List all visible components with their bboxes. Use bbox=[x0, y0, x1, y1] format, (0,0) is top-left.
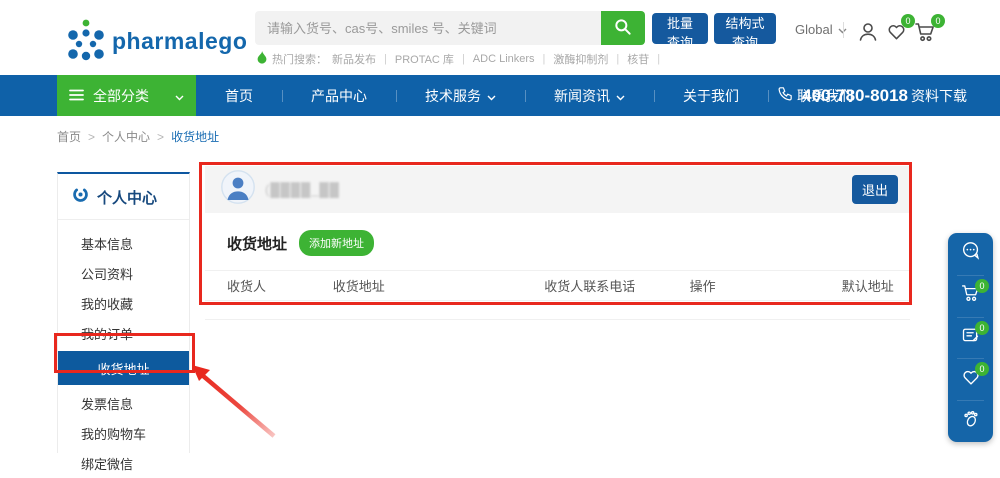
hot-search-label: 热门搜索： bbox=[272, 51, 327, 67]
hot-search-link[interactable]: 新品发布 bbox=[332, 51, 376, 67]
search-button[interactable] bbox=[601, 11, 645, 45]
toolbar-cart-badge: 0 bbox=[975, 279, 989, 293]
global-language-dropdown[interactable]: Global bbox=[795, 22, 847, 37]
sidebar-item-favorites[interactable]: 我的收藏 bbox=[58, 288, 189, 318]
hot-search-link[interactable]: 核苷 bbox=[627, 51, 649, 67]
nav-item-products[interactable]: 产品中心 bbox=[282, 75, 396, 116]
col-address: 收货地址 bbox=[333, 276, 545, 295]
address-table-header: 收货人 收货地址 收货人联系电话 操作 默认地址 bbox=[205, 270, 910, 301]
add-address-button[interactable]: 添加新地址 bbox=[299, 230, 374, 256]
section-title: 收货地址 bbox=[227, 233, 287, 254]
hot-search-separator: | bbox=[657, 53, 660, 65]
account-sidebar: 个人中心 基本信息 公司资料 我的收藏 我的订单 收货地址 发票信息 我的购物车… bbox=[57, 172, 190, 453]
hot-search-row: 热门搜索： 新品发布 | PROTAC 库 | ADC Linkers | 激酶… bbox=[257, 51, 663, 67]
sidebar-item-company-info[interactable]: 公司资料 bbox=[58, 258, 189, 288]
phone-icon bbox=[777, 85, 794, 107]
breadcrumb-user-center[interactable]: 个人中心 bbox=[102, 128, 150, 145]
search-bar bbox=[255, 11, 645, 45]
sidebar-item-shopping-cart[interactable]: 我的购物车 bbox=[58, 418, 189, 448]
col-default: 默认地址 bbox=[842, 276, 888, 295]
page: pharmalego 热门搜索： 新品发布 | PROTAC 库 | ADC L… bbox=[0, 0, 1000, 453]
structure-query-button[interactable]: 结构式查询 bbox=[714, 13, 776, 44]
breadcrumb: 首页 > 个人中心 > 收货地址 bbox=[57, 128, 219, 145]
hot-search-separator: | bbox=[543, 53, 546, 65]
hot-search-link[interactable]: PROTAC 库 bbox=[395, 51, 454, 67]
chevron-down-icon bbox=[175, 88, 184, 104]
sidebar-menu: 基本信息 公司资料 我的收藏 我的订单 收货地址 发票信息 我的购物车 绑定微信 bbox=[58, 220, 189, 478]
hot-search-link[interactable]: 激酶抑制剂 bbox=[553, 51, 608, 67]
toolbar-cart-button[interactable]: 0 bbox=[948, 275, 993, 317]
annotation-arrow bbox=[188, 362, 283, 447]
col-phone: 收货人联系电话 bbox=[544, 276, 689, 295]
toolbar-favorites-badge: 0 bbox=[975, 362, 989, 376]
logout-button[interactable]: 退出 bbox=[852, 175, 898, 204]
service-phone: 400-780-8018 bbox=[777, 75, 908, 116]
flame-icon bbox=[257, 51, 267, 67]
hot-search-separator: | bbox=[384, 53, 387, 65]
footprint-icon bbox=[960, 408, 981, 434]
hot-search-separator: | bbox=[462, 53, 465, 65]
inquiry-list-button[interactable]: 0 bbox=[948, 317, 993, 359]
nav-item-news[interactable]: 新闻资讯 bbox=[525, 75, 654, 116]
nav-label: 技术服务 bbox=[425, 86, 481, 106]
chat-icon bbox=[960, 240, 982, 267]
browsing-history-button[interactable] bbox=[948, 400, 993, 442]
nav-label: 首页 bbox=[225, 86, 253, 106]
nav-label: 资料下载 bbox=[911, 86, 967, 106]
cart-button[interactable]: 0 bbox=[913, 20, 938, 49]
breadcrumb-current: 收货地址 bbox=[171, 128, 219, 145]
hot-search-separator: | bbox=[616, 53, 619, 65]
user-row: (████_██ 退出 bbox=[205, 166, 910, 213]
sidebar-item-shipping-address[interactable]: 收货地址 bbox=[58, 351, 189, 385]
sidebar-item-basic-info[interactable]: 基本信息 bbox=[58, 228, 189, 258]
hamburger-icon bbox=[69, 88, 84, 104]
cart-icon bbox=[913, 31, 938, 48]
account-button[interactable] bbox=[856, 20, 880, 49]
nav-label: 产品中心 bbox=[311, 86, 367, 106]
heart-icon bbox=[885, 30, 908, 47]
col-consignee: 收货人 bbox=[227, 276, 333, 295]
floating-toolbar: 0 0 0 bbox=[948, 233, 993, 442]
toolbar-favorites-button[interactable]: 0 bbox=[948, 358, 993, 400]
nav-label: 关于我们 bbox=[683, 86, 739, 106]
sidebar-title: 个人中心 bbox=[97, 187, 157, 208]
col-actions: 操作 bbox=[690, 276, 842, 295]
main-navbar: 全部分类 首页 产品中心 技术服务 新闻资讯 关于我们 联系我们 资料下载 bbox=[0, 75, 1000, 116]
search-input[interactable] bbox=[255, 11, 601, 45]
nav-item-about[interactable]: 关于我们 bbox=[654, 75, 768, 116]
nav-label: 新闻资讯 bbox=[554, 86, 610, 106]
global-label: Global bbox=[795, 22, 833, 37]
batch-query-button[interactable]: 批量查询 bbox=[652, 13, 708, 44]
chevron-down-icon bbox=[487, 88, 496, 104]
nav-item-home[interactable]: 首页 bbox=[196, 75, 282, 116]
nav-item-tech-services[interactable]: 技术服务 bbox=[396, 75, 525, 116]
breadcrumb-separator: > bbox=[157, 130, 164, 144]
chevron-down-icon bbox=[616, 88, 625, 104]
sidebar-item-invoice-info[interactable]: 发票信息 bbox=[58, 388, 189, 418]
logo-molecule-icon bbox=[62, 16, 104, 67]
all-categories-label: 全部分类 bbox=[93, 86, 149, 106]
favorites-button[interactable]: 0 bbox=[885, 20, 908, 48]
phone-number: 400-780-8018 bbox=[802, 86, 908, 106]
all-categories-menu[interactable]: 全部分类 bbox=[57, 75, 196, 116]
breadcrumb-separator: > bbox=[88, 130, 95, 144]
user-icon bbox=[856, 31, 880, 48]
section-header: 收货地址 添加新地址 bbox=[205, 213, 910, 270]
header: pharmalego 热门搜索： 新品发布 | PROTAC 库 | ADC L… bbox=[0, 0, 1000, 75]
search-icon bbox=[613, 17, 633, 40]
chat-service-button[interactable] bbox=[948, 233, 993, 275]
address-panel: (████_██ 退出 收货地址 添加新地址 收货人 收货地址 收货人联系电话 … bbox=[205, 166, 910, 320]
sidebar-header: 个人中心 bbox=[58, 174, 189, 220]
cart-count-badge: 0 bbox=[931, 14, 945, 28]
masked-username: (████_██ bbox=[265, 182, 340, 197]
header-divider bbox=[843, 22, 844, 38]
inquiry-badge: 0 bbox=[975, 321, 989, 335]
user-center-icon bbox=[72, 186, 89, 208]
logo-text: pharmalego bbox=[112, 28, 247, 55]
sidebar-item-orders[interactable]: 我的订单 bbox=[58, 318, 189, 348]
hot-search-link[interactable]: ADC Linkers bbox=[473, 53, 535, 65]
logo[interactable]: pharmalego bbox=[62, 16, 247, 67]
breadcrumb-home[interactable]: 首页 bbox=[57, 128, 81, 145]
avatar bbox=[221, 170, 255, 209]
